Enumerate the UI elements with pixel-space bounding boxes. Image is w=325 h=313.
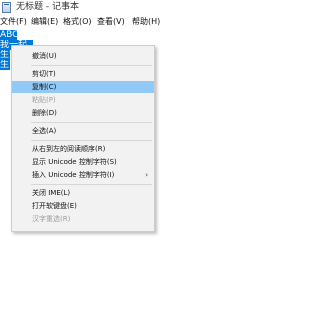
menu-edit[interactable]: 编辑(E): [31, 15, 58, 29]
notepad-window: 无标题 - 记事本 文件(F) 编辑(E) 格式(O) 查看(V) 帮助(H) …: [0, 0, 325, 313]
selected-text-line: ABC: [0, 30, 17, 40]
selected-text-line: 生命: [0, 50, 10, 60]
menu-item-label: 剪切(T): [32, 70, 56, 78]
menu-item-open-soft-keyboard[interactable]: 打开软键盘(E): [12, 200, 154, 212]
menu-item-cut[interactable]: 剪切(T): [12, 68, 154, 80]
selected-text-line: 生: [0, 60, 10, 70]
menu-item-insert-unicode-control[interactable]: 插入 Unicode 控制字符(I) ›: [12, 169, 154, 181]
menu-file[interactable]: 文件(F): [0, 15, 27, 29]
menu-separator: [31, 140, 152, 141]
context-menu: 撤消(U) 剪切(T) 复制(C) 粘贴(P) 删除(D) 全选(A) 从右到左…: [11, 45, 155, 232]
menu-item-label: 撤消(U): [32, 52, 57, 60]
menu-item-label: 删除(D): [32, 109, 57, 117]
menu-separator: [31, 65, 152, 66]
menu-bar: 文件(F) 编辑(E) 格式(O) 查看(V) 帮助(H): [0, 15, 325, 29]
submenu-arrow-icon: ›: [145, 171, 148, 179]
menu-item-label: 复制(C): [32, 83, 57, 91]
menu-item-label: 关闭 IME(L): [32, 189, 71, 197]
notepad-icon: [2, 2, 11, 13]
menu-item-label: 全选(A): [32, 127, 57, 135]
menu-item-label: 打开软键盘(E): [32, 202, 77, 210]
menu-format[interactable]: 格式(O): [63, 15, 92, 29]
menu-help[interactable]: 帮助(H): [132, 15, 160, 29]
menu-item-copy[interactable]: 复制(C): [12, 81, 154, 93]
menu-item-delete[interactable]: 删除(D): [12, 107, 154, 119]
menu-item-label: 从右到左的阅读顺序(R): [32, 145, 106, 153]
menu-item-paste: 粘贴(P): [12, 94, 154, 106]
menu-item-label: 粘贴(P): [32, 96, 56, 104]
menu-item-show-unicode-control[interactable]: 显示 Unicode 控制字符(S): [12, 156, 154, 168]
menu-item-label: 显示 Unicode 控制字符(S): [32, 158, 117, 166]
menu-item-close-ime[interactable]: 关闭 IME(L): [12, 187, 154, 199]
title-bar: 无标题 - 记事本: [0, 0, 325, 15]
menu-separator: [31, 122, 152, 123]
menu-separator: [31, 184, 152, 185]
menu-item-select-all[interactable]: 全选(A): [12, 125, 154, 137]
menu-view[interactable]: 查看(V): [97, 15, 125, 29]
menu-item-undo[interactable]: 撤消(U): [12, 50, 154, 62]
menu-item-rtl-reading-order[interactable]: 从右到左的阅读顺序(R): [12, 143, 154, 155]
window-title: 无标题 - 记事本: [16, 2, 79, 12]
menu-item-label: 汉字重选(R): [32, 215, 71, 223]
menu-item-reconvert: 汉字重选(R): [12, 213, 154, 225]
menu-item-label: 插入 Unicode 控制字符(I): [32, 171, 115, 179]
